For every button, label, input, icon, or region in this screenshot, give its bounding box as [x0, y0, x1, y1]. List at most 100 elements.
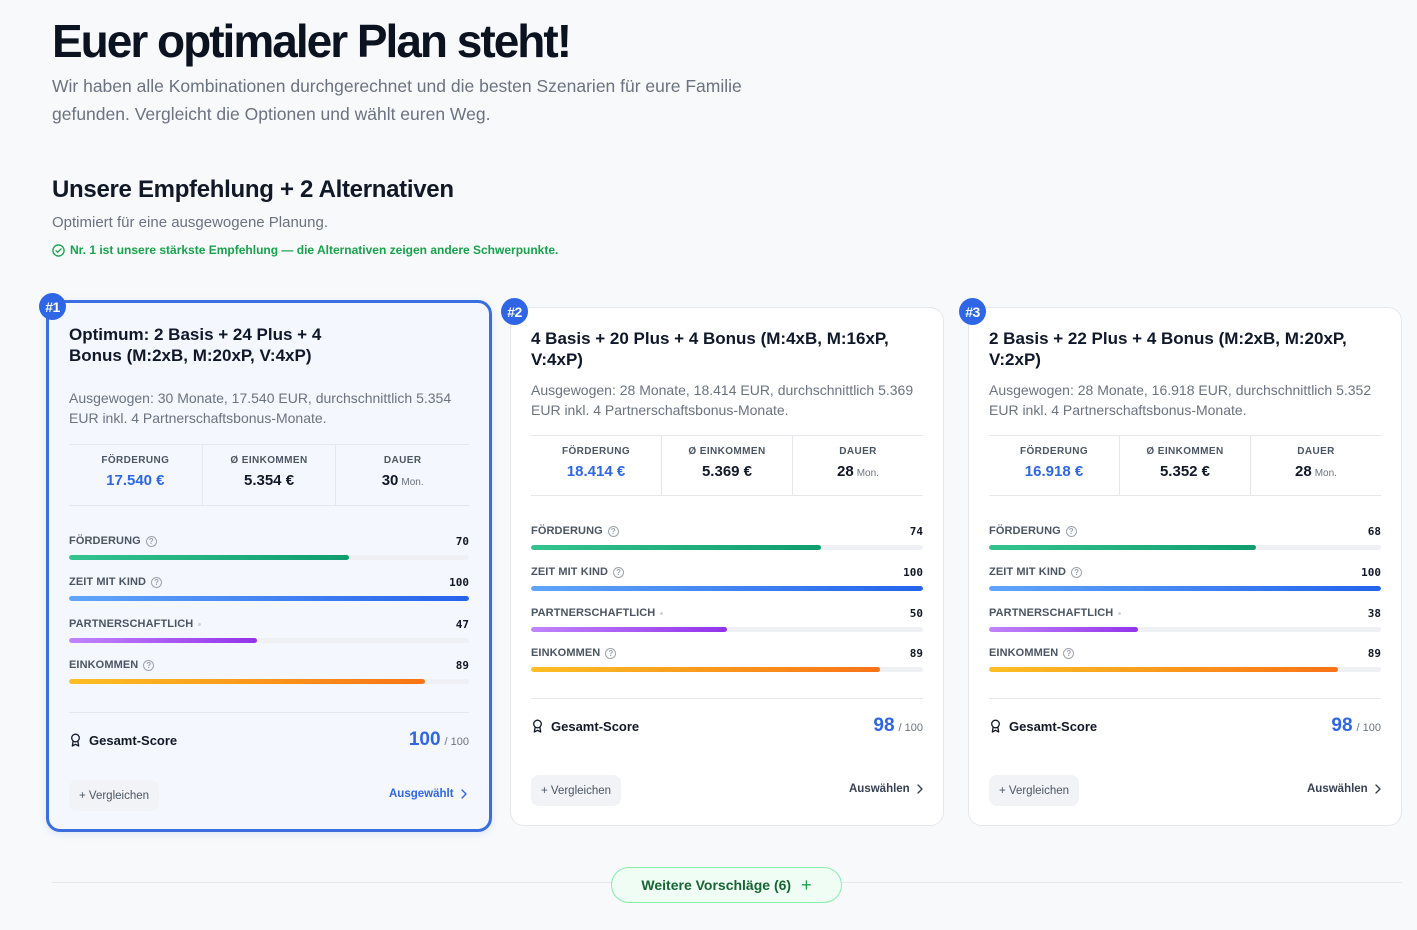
metric-label: ZEIT MIT KIND: [989, 566, 1067, 578]
compare-button[interactable]: + Vergleichen: [69, 780, 160, 811]
metric-label: EINKOMMEN: [989, 647, 1059, 659]
duration-value: 28: [837, 463, 854, 480]
chevron-right-icon: [917, 784, 923, 794]
stats-row: FÖRDERUNG 16.918 € Ø EINKOMMEN 5.352 € D…: [989, 435, 1381, 496]
help-circle-icon[interactable]: ?: [607, 525, 619, 537]
stat-duration: DAUER 28 Mon.: [1250, 436, 1381, 495]
dot-icon: [660, 611, 664, 615]
score-value: 100: [408, 729, 441, 750]
metric-time: ZEIT MIT KIND? 100: [69, 575, 469, 601]
metric-value: 38: [1367, 606, 1381, 620]
stat-label: Ø EINKOMMEN: [230, 455, 308, 466]
score-value: 98: [1331, 715, 1353, 736]
metric-label: PARTNERSCHAFTLICH: [531, 607, 656, 619]
plan-title: 2 Basis + 22 Plus + 4 Bonus (M:2xB, M:20…: [989, 329, 1347, 369]
metric-label: EINKOMMEN: [531, 647, 601, 659]
metric-funding: FÖRDERUNG? 70: [69, 534, 469, 560]
metric-label: FÖRDERUNG: [531, 525, 603, 537]
stat-income: Ø EINKOMMEN 5.369 €: [661, 436, 792, 495]
help-circle-icon[interactable]: ?: [1063, 647, 1075, 659]
help-circle-icon[interactable]: ?: [143, 659, 155, 671]
compare-button[interactable]: + Vergleichen: [989, 775, 1080, 806]
plan-title: 4 Basis + 20 Plus + 4 Bonus (M:4xB, M:16…: [531, 329, 889, 369]
plan-card-1[interactable]: [46, 300, 492, 832]
stat-funding: FÖRDERUNG 18.414 €: [531, 436, 661, 495]
progress-fill: [69, 638, 257, 643]
metric-value: 47: [455, 617, 469, 631]
chevron-right-icon: [1375, 784, 1381, 794]
progress-fill: [531, 545, 822, 550]
select-button[interactable]: Ausgewählt: [389, 788, 468, 800]
select-button[interactable]: Auswählen: [849, 783, 924, 795]
duration-unit: Mon.: [401, 477, 424, 488]
more-suggestions-label: Weitere Vorschläge (6): [641, 877, 792, 893]
rank-badge: #1: [39, 293, 66, 320]
metric-income: EINKOMMEN? 89: [531, 646, 923, 672]
check-circle-icon: [52, 243, 65, 257]
progress-fill: [69, 679, 425, 684]
rank-badge: #3: [959, 298, 986, 325]
stat-value: 5.354 €: [243, 472, 295, 489]
stat-label: Ø EINKOMMEN: [1146, 446, 1224, 457]
metric-label: ZEIT MIT KIND: [531, 566, 609, 578]
stat-duration: DAUER 28 Mon.: [792, 436, 923, 495]
stat-income: Ø EINKOMMEN 5.352 €: [1119, 436, 1250, 495]
metric-value: 68: [1367, 524, 1381, 538]
progress-fill: [989, 586, 1381, 591]
more-suggestions-button[interactable]: Weitere Vorschläge (6) +: [611, 867, 842, 903]
duration-unit: Mon.: [856, 468, 879, 479]
page-title: Euer optimaler Plan steht!: [52, 15, 572, 67]
score-max: / 100: [1356, 722, 1381, 734]
stat-value: 5.369 €: [701, 463, 753, 480]
select-label: Auswählen: [849, 783, 910, 795]
progress-fill: [989, 627, 1138, 632]
help-circle-icon[interactable]: ?: [605, 647, 617, 659]
divider: [531, 698, 923, 699]
divider: [69, 712, 469, 713]
help-circle-icon[interactable]: ?: [151, 576, 163, 588]
help-circle-icon[interactable]: ?: [613, 566, 625, 578]
progress-fill: [531, 667, 880, 672]
metric-partner: PARTNERSCHAFTLICH 38: [989, 606, 1381, 632]
award-icon: [533, 719, 542, 733]
total-score-row: Gesamt-Score 98/ 100: [989, 714, 1381, 738]
metric-label: FÖRDERUNG: [989, 525, 1061, 537]
total-score-row: Gesamt-Score 100/ 100: [69, 728, 469, 752]
select-button[interactable]: Auswählen: [1307, 783, 1382, 795]
duration-value: 28: [1295, 463, 1312, 480]
section-title: Unsere Empfehlung + 2 Alternativen: [52, 176, 454, 203]
metric-value: 89: [1367, 646, 1381, 660]
stat-value: 17.540 €: [106, 472, 165, 489]
help-circle-icon[interactable]: ?: [1071, 566, 1083, 578]
score-max: / 100: [898, 722, 923, 734]
metric-income: EINKOMMEN? 89: [69, 658, 469, 684]
help-circle-icon[interactable]: ?: [145, 535, 157, 547]
progress-fill: [989, 545, 1256, 550]
select-label: Ausgewählt: [389, 788, 454, 800]
stat-label: FÖRDERUNG: [101, 455, 170, 466]
stat-value: 28 Mon.: [1251, 463, 1381, 480]
metric-funding: FÖRDERUNG? 74: [531, 524, 923, 550]
total-score-row: Gesamt-Score 98/ 100: [531, 714, 923, 738]
plan-description: Ausgewogen: 28 Monate, 16.918 EUR, durch…: [989, 382, 1372, 418]
recommendation-hint: Nr. 1 ist unsere stärkste Empfehlung — d…: [52, 243, 558, 257]
metric-label: ZEIT MIT KIND: [69, 576, 147, 588]
metric-value: 50: [909, 606, 923, 620]
stat-value: 28 Mon.: [793, 463, 923, 480]
metric-value: 100: [449, 575, 469, 589]
divider: [989, 698, 1381, 699]
plan-description: Ausgewogen: 28 Monate, 18.414 EUR, durch…: [531, 382, 914, 418]
chevron-right-icon: [460, 789, 467, 799]
compare-button[interactable]: + Vergleichen: [531, 775, 622, 806]
stat-label: DAUER: [383, 455, 422, 466]
duration-value: 30: [381, 472, 399, 489]
progress-fill: [69, 555, 349, 560]
progress-fill: [989, 667, 1338, 672]
stat-value: 30 Mon.: [336, 472, 469, 489]
metric-time: ZEIT MIT KIND? 100: [531, 565, 923, 591]
help-circle-icon[interactable]: ?: [1065, 525, 1077, 537]
metric-value: 89: [909, 646, 923, 660]
stat-value: 5.352 €: [1159, 463, 1211, 480]
select-label: Auswählen: [1307, 783, 1368, 795]
metric-funding: FÖRDERUNG? 68: [989, 524, 1381, 550]
